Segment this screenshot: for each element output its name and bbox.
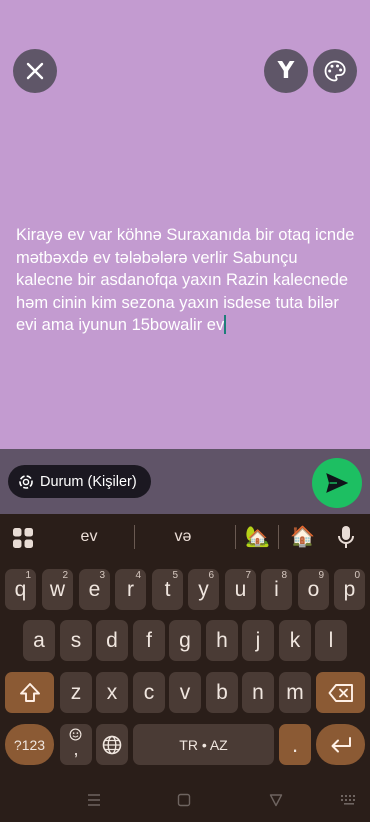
voice-input-button[interactable] [336,525,356,551]
key-v[interactable]: v [169,672,201,713]
status-ring-icon [19,474,33,489]
key-z[interactable]: z [60,672,92,713]
key-u[interactable]: u7 [225,569,256,610]
key-m[interactable]: m [279,672,311,713]
audience-label: Durum (Kişiler) [40,473,137,490]
backspace-icon [328,683,353,702]
suggestion-1[interactable]: ev [49,528,129,546]
apps-grid-button[interactable] [12,527,34,549]
status-text-content: Kirayə ev var köhnə Suraxanıda bir otaq … [16,226,355,334]
key-d[interactable]: d [96,620,128,661]
status-text-input[interactable]: Kirayə ev var köhnə Suraxanıda bir otaq … [16,224,356,337]
backspace-key[interactable] [316,672,365,713]
emoji-comma-key[interactable]: , [60,724,92,765]
back-button[interactable] [264,790,288,810]
emoji-suggestion-1[interactable]: 🏡 [245,524,270,548]
comma-label: , [73,739,79,759]
palette-icon [324,60,346,82]
key-j[interactable]: j [242,620,274,661]
key-i[interactable]: i8 [261,569,292,610]
key-e[interactable]: e3 [79,569,110,610]
home-square-icon [177,793,191,807]
close-button[interactable] [13,49,57,93]
enter-icon [331,736,351,752]
key-w[interactable]: w2 [42,569,73,610]
key-h[interactable]: h [206,620,238,661]
key-l[interactable]: l [315,620,347,661]
suggestion-divider [235,525,236,549]
audience-selector-button[interactable]: Durum (Kişiler) [8,465,151,498]
emoji-suggestion-2[interactable]: 🏠 [290,524,315,548]
key-s[interactable]: s [60,620,92,661]
key-r[interactable]: r4 [115,569,146,610]
key-x[interactable]: x [96,672,128,713]
text-caret [224,315,227,334]
home-button[interactable] [172,790,196,810]
symbols-key[interactable]: ?123 [5,724,54,765]
keyboard-icon [341,795,355,805]
microphone-icon [338,526,354,548]
key-q[interactable]: q1 [5,569,36,610]
shift-key[interactable] [5,672,54,713]
color-palette-button[interactable] [313,49,357,93]
key-a[interactable]: a [23,620,55,661]
enter-key[interactable] [316,724,365,765]
send-button[interactable] [312,458,362,508]
shift-icon [19,682,40,702]
key-y[interactable]: y6 [188,569,219,610]
key-b[interactable]: b [206,672,238,713]
back-triangle-icon [269,794,283,807]
key-t[interactable]: t5 [152,569,183,610]
keyboard [0,514,370,822]
space-key[interactable]: TR • AZ [133,724,274,765]
send-icon [326,473,348,493]
key-n[interactable]: n [242,672,274,713]
key-f[interactable]: f [133,620,165,661]
language-key[interactable] [96,724,128,765]
key-o[interactable]: o9 [298,569,329,610]
apps-grid-icon [13,528,33,548]
globe-icon [102,735,122,754]
key-p[interactable]: p0 [334,569,365,610]
key-c[interactable]: c [133,672,165,713]
period-key[interactable]: . [279,724,311,765]
suggestion-2[interactable]: və [143,528,223,546]
recents-button[interactable] [82,790,106,810]
close-icon [26,62,44,80]
font-style-button[interactable]: Y [264,49,308,93]
key-g[interactable]: g [169,620,201,661]
key-k[interactable]: k [279,620,311,661]
recents-icon [88,794,100,806]
keyboard-hide-button[interactable] [337,790,361,810]
suggestion-divider [278,525,279,549]
suggestion-divider [134,525,135,549]
